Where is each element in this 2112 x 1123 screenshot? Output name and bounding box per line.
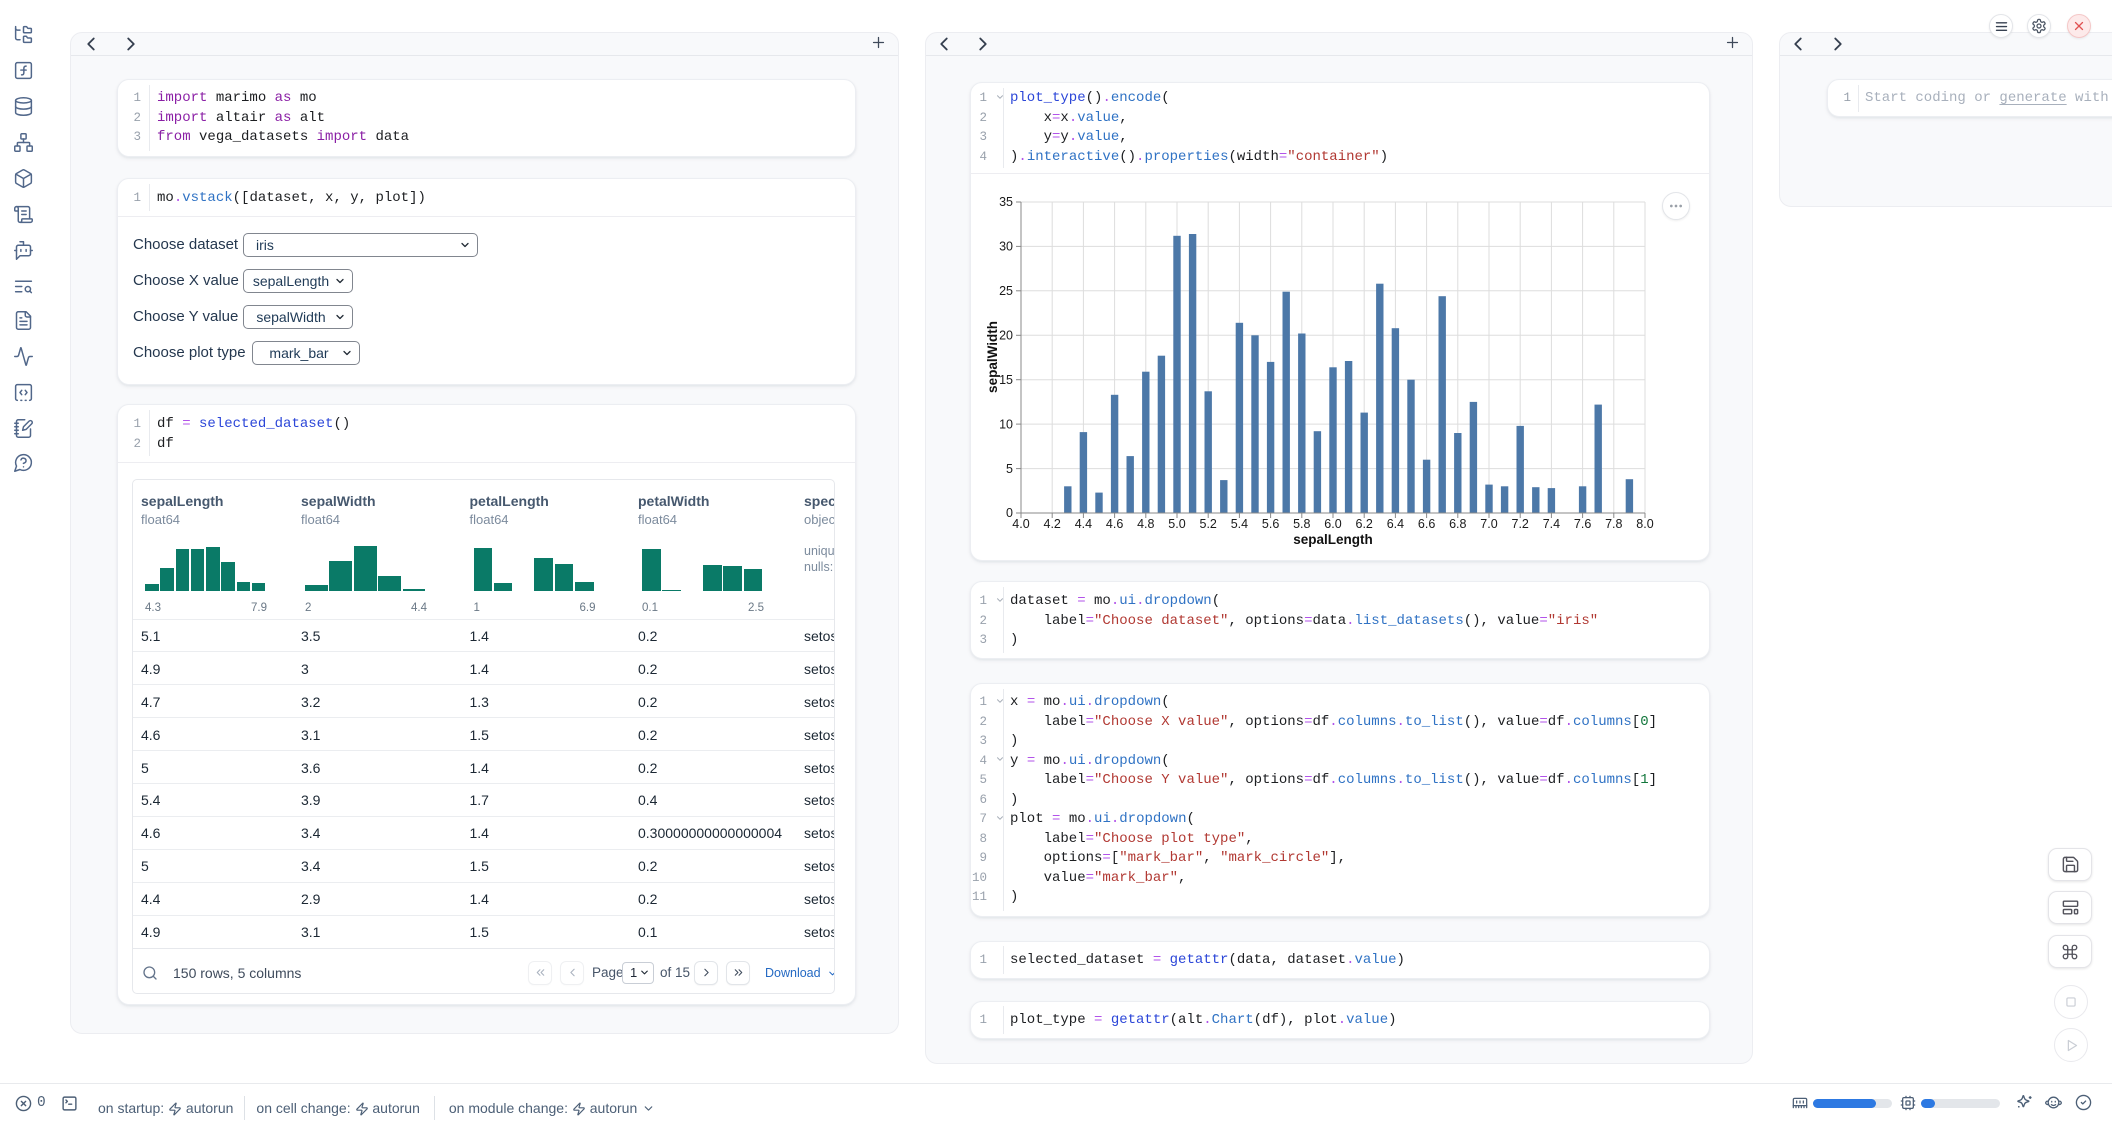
svg-text:6.2: 6.2 (1356, 517, 1373, 531)
svg-text:4.0: 4.0 (1012, 517, 1029, 531)
svg-text:35: 35 (999, 195, 1013, 209)
svg-text:7.8: 7.8 (1605, 517, 1622, 531)
svg-text:10: 10 (999, 417, 1013, 431)
svg-text:30: 30 (999, 240, 1013, 254)
svg-text:20: 20 (999, 329, 1013, 343)
svg-text:15: 15 (999, 373, 1013, 387)
svg-text:4.4: 4.4 (1075, 517, 1092, 531)
svg-text:7.4: 7.4 (1543, 517, 1560, 531)
svg-text:6.6: 6.6 (1418, 517, 1435, 531)
svg-text:7.6: 7.6 (1574, 517, 1591, 531)
svg-text:6.4: 6.4 (1387, 517, 1404, 531)
svg-text:8.0: 8.0 (1636, 517, 1653, 531)
svg-text:4.6: 4.6 (1106, 517, 1123, 531)
svg-text:sepalWidth: sepalWidth (985, 321, 1000, 393)
svg-text:5: 5 (1006, 462, 1013, 476)
svg-text:5.2: 5.2 (1200, 517, 1217, 531)
svg-text:0: 0 (1006, 506, 1013, 520)
svg-text:5.6: 5.6 (1262, 517, 1279, 531)
svg-text:6.8: 6.8 (1449, 517, 1466, 531)
svg-text:7.0: 7.0 (1480, 517, 1497, 531)
svg-text:6.0: 6.0 (1324, 517, 1341, 531)
svg-text:7.2: 7.2 (1512, 517, 1529, 531)
svg-text:5.0: 5.0 (1168, 517, 1185, 531)
svg-text:4.2: 4.2 (1044, 517, 1061, 531)
svg-text:5.4: 5.4 (1231, 517, 1248, 531)
svg-text:4.8: 4.8 (1137, 517, 1154, 531)
svg-text:5.8: 5.8 (1293, 517, 1310, 531)
svg-text:sepalLength: sepalLength (1293, 532, 1373, 547)
svg-text:25: 25 (999, 284, 1013, 298)
